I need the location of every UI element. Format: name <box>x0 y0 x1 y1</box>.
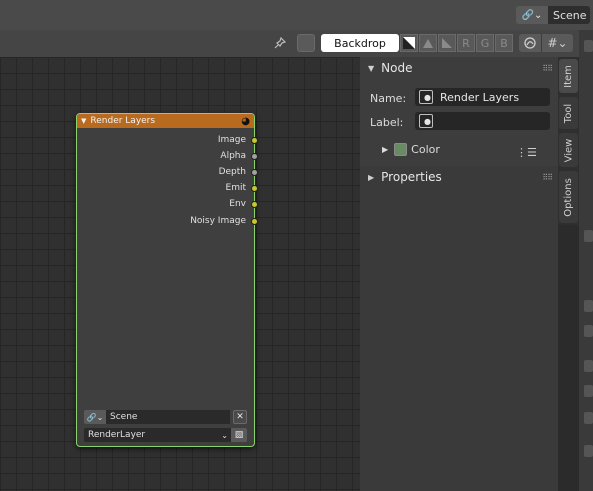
output-socket-row: Noisy Image <box>190 214 258 228</box>
color-subpanel-header[interactable]: ▶ Color <box>382 143 440 156</box>
render-globe-icon[interactable]: ◕ <box>241 116 250 127</box>
editor-icon[interactable] <box>584 40 593 52</box>
output-socket[interactable] <box>251 168 258 176</box>
node-icon: ● <box>419 90 433 104</box>
sidebar: ▼ Node ⠿⠿ Name: ● Render Layers Label: ●… <box>360 57 558 491</box>
socket-label: Noisy Image <box>190 216 246 226</box>
preset-list-icon[interactable]: ⋮☰ <box>516 146 537 159</box>
render-layer-selector[interactable]: RenderLayer ⌄ ▧ <box>84 428 247 442</box>
output-socket-row: Emit <box>225 181 258 195</box>
node-scene-name[interactable]: Scene <box>106 410 230 424</box>
color-label: Color <box>411 143 440 156</box>
green-channel-button[interactable]: G <box>476 34 494 52</box>
gizmo-icon[interactable] <box>519 34 541 52</box>
expand-triangle-icon[interactable]: ▶ <box>368 173 374 182</box>
grid-overlay-dropdown[interactable]: #⌄ <box>541 34 573 52</box>
scene-selector[interactable]: 🔗⌄ Scene <box>516 6 590 24</box>
scene-browse-icon[interactable]: 🔗⌄ <box>516 6 548 24</box>
editor-icon[interactable] <box>584 230 593 242</box>
name-value: Render Layers <box>440 90 520 104</box>
socket-label: Env <box>229 199 246 209</box>
editor-icon[interactable] <box>584 325 593 337</box>
red-channel-button[interactable]: R <box>457 34 475 52</box>
socket-label: Depth <box>218 167 246 177</box>
render-layer-icon[interactable]: ▧ <box>231 428 247 442</box>
output-socket[interactable] <box>251 136 258 144</box>
name-label: Name: <box>370 92 407 105</box>
drag-grip-icon[interactable]: ⠿⠿ <box>542 64 553 73</box>
panel-title: Node <box>381 61 413 75</box>
editor-icon[interactable] <box>584 300 593 312</box>
output-socket[interactable] <box>251 217 258 225</box>
color-checkbox[interactable] <box>394 143 408 156</box>
backdrop-button[interactable]: Backdrop <box>321 34 399 52</box>
node-editor-header: Backdrop R G B #⌄ <box>0 30 585 57</box>
name-field[interactable]: ● Render Layers <box>415 88 550 106</box>
editor-icon[interactable] <box>584 360 593 372</box>
collapse-triangle-icon[interactable]: ▼ <box>368 64 374 73</box>
node-icon: ● <box>419 114 433 128</box>
node-header[interactable]: ▼ Render Layers ◕ <box>77 114 254 128</box>
node-scene-selector[interactable]: 🔗⌄ Scene ✕ <box>84 410 247 424</box>
color-channel-icon[interactable] <box>419 34 437 52</box>
tab-view[interactable]: View <box>559 133 578 167</box>
backdrop-toggle-icon[interactable] <box>297 34 315 52</box>
scene-browse-icon[interactable]: 🔗⌄ <box>84 410 106 424</box>
socket-label: Alpha <box>220 151 246 161</box>
editor-icon[interactable] <box>584 412 593 424</box>
top-bar: 🔗⌄ Scene <box>0 0 593 30</box>
socket-label: Emit <box>225 183 246 193</box>
editor-icon[interactable] <box>584 385 593 397</box>
label-label: Label: <box>370 116 404 129</box>
drag-grip-icon[interactable]: ⠿⠿ <box>542 173 553 182</box>
properties-panel-header[interactable]: ▶ Properties ⠿⠿ <box>360 166 558 188</box>
node-title: Render Layers <box>90 116 156 126</box>
output-socket-row: Env <box>229 197 258 211</box>
output-socket-row: Depth <box>218 165 258 179</box>
pin-icon[interactable] <box>272 34 288 52</box>
output-socket[interactable] <box>251 152 258 160</box>
alpha-channel-icon[interactable] <box>438 34 456 52</box>
blue-channel-button[interactable]: B <box>495 34 513 52</box>
output-socket[interactable] <box>251 200 258 208</box>
color-alpha-channel-icon[interactable] <box>400 34 418 52</box>
tab-tool[interactable]: Tool <box>559 97 578 129</box>
panel-title: Properties <box>381 170 442 184</box>
node-panel-header[interactable]: ▼ Node ⠿⠿ <box>360 57 558 79</box>
output-socket[interactable] <box>251 184 258 192</box>
tab-options[interactable]: Options <box>559 171 578 223</box>
collapse-triangle-icon[interactable]: ▼ <box>81 117 86 125</box>
render-layer-dropdown[interactable]: RenderLayer ⌄ <box>84 428 231 442</box>
scene-name-field[interactable]: Scene <box>548 6 590 24</box>
node-panel: ▼ Node ⠿⠿ Name: ● Render Layers Label: ●… <box>360 57 558 166</box>
output-socket-row: Alpha <box>220 149 258 163</box>
output-socket-row: Image <box>217 133 258 147</box>
close-icon[interactable]: ✕ <box>233 410 247 424</box>
socket-label: Image <box>217 135 246 145</box>
editor-icon[interactable] <box>584 445 593 457</box>
expand-triangle-icon[interactable]: ▶ <box>382 145 388 154</box>
render-layer-name: RenderLayer <box>88 430 146 440</box>
tab-item[interactable]: Item <box>559 59 578 93</box>
chevron-down-icon: ⌄ <box>221 430 228 440</box>
label-field[interactable]: ● <box>415 112 550 130</box>
sidebar-tabs: Item Tool View Options <box>558 57 579 225</box>
render-layers-node[interactable]: ▼ Render Layers ◕ Image Alpha Depth Emit… <box>76 113 258 447</box>
